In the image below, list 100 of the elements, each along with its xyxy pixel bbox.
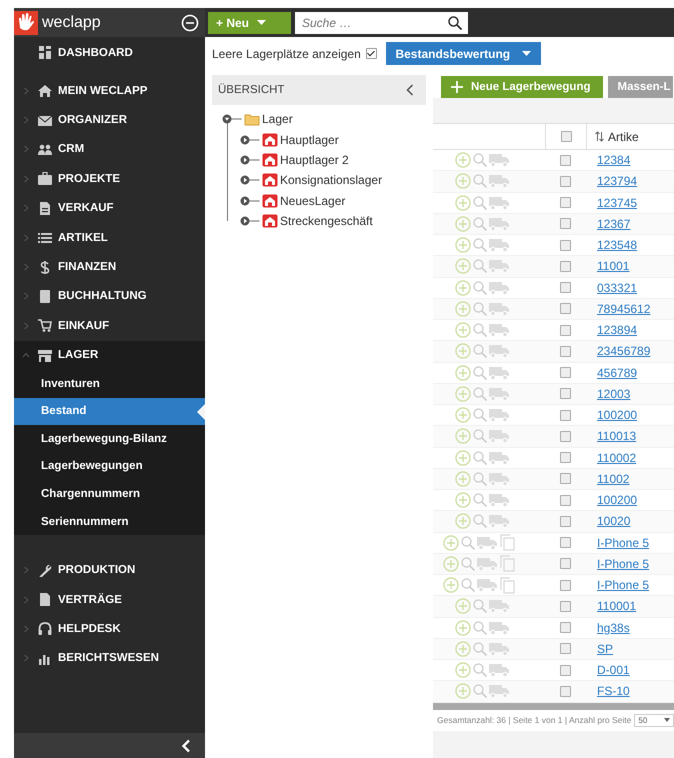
article-link[interactable]: FS-10 [597,684,630,698]
article-link[interactable]: 110001 [597,599,636,614]
checkbox[interactable] [560,197,570,208]
tree-node[interactable]: Konsignationslager [240,170,426,191]
submenu-item[interactable]: Seriennummern [14,508,205,536]
checkbox[interactable] [560,176,570,187]
page-size-select[interactable]: 50 [634,714,674,726]
article-link[interactable]: hg38s [597,620,630,635]
checkbox[interactable] [560,494,570,506]
checkbox[interactable] [366,48,377,59]
checkbox[interactable] [560,303,570,314]
panel-title: ÜBERSICHT [218,84,284,96]
checkbox[interactable] [560,686,570,697]
article-link[interactable]: I-Phone 5 [597,536,650,550]
sidebar-item[interactable]: ORGANIZER [14,105,205,135]
checkbox[interactable] [560,260,570,272]
sidebar-item[interactable]: CRM [14,134,205,164]
checkbox[interactable] [560,131,572,142]
article-link[interactable]: 123794 [597,174,638,188]
submenu-item[interactable]: Inventuren [14,370,205,398]
submenu-item[interactable]: Chargennummern [14,480,205,508]
checkbox[interactable] [560,410,570,421]
search-icon [473,642,487,656]
checkbox[interactable] [560,218,570,230]
checkbox[interactable] [560,282,570,294]
article-link[interactable]: 456789 [597,366,638,380]
article-link[interactable]: 110002 [597,450,636,465]
article-link[interactable]: 100200 [597,493,638,508]
article-link[interactable]: I-Phone 5 [597,556,650,571]
checkbox[interactable] [560,622,570,634]
checkbox[interactable] [560,516,570,527]
column-header: Artike [608,130,639,144]
checkbox[interactable] [560,580,570,591]
article-link[interactable]: D-001 [597,663,630,678]
tree-node[interactable]: Hauptlager 2 [240,150,426,170]
checkbox[interactable] [560,430,570,442]
article-link[interactable]: 10020 [597,514,630,528]
toolbar-button[interactable]: Neue Lagerbewegung [441,76,602,98]
sidebar-item[interactable]: VERKAUF [14,194,205,223]
sidebar-item[interactable]: BERICHTSWESEN [14,644,205,674]
sidebar-item[interactable]: BUCHHALTUNG [14,282,205,312]
search-icon [473,493,487,508]
checkbox[interactable] [560,643,570,654]
article-link[interactable]: 11001 [597,259,630,274]
sidebar-item[interactable]: MEIN WECLAPP [14,76,205,106]
tree-node[interactable]: Hauptlager [240,129,426,150]
article-link[interactable]: 23456789 [597,344,650,358]
tree-node[interactable]: Lager [222,109,426,130]
dropdown-button[interactable]: Bestandsbewertung [386,42,541,65]
sidebar-item[interactable]: PRODUKTION [14,555,205,585]
sidebar-item[interactable]: HELPDESK [14,614,205,644]
add-circle-icon [455,237,471,254]
article-link[interactable]: 12384 [597,153,630,168]
checkbox[interactable] [560,537,570,548]
add-circle-icon [455,173,471,190]
chevron-right-icon [22,263,30,272]
article-link[interactable]: 100200 [597,408,638,422]
article-link[interactable]: 78945612 [597,302,650,316]
article-link[interactable]: 123548 [597,238,638,252]
article-link[interactable]: SP [597,642,614,656]
add-circle-icon [455,258,471,274]
tree-node[interactable]: Streckengeschäft [240,210,426,232]
article-link[interactable]: I-Phone 5 [597,578,650,592]
article-link[interactable]: 12367 [597,216,630,231]
sidebar-item[interactable]: ARTIKEL [14,222,205,252]
checkbox[interactable] [560,452,570,464]
new-button[interactable]: + Neu [208,12,291,34]
sidebar-item[interactable]: VERTRÄGE [14,584,205,614]
chevron-up-icon [22,351,30,360]
warehouse-icon [262,173,278,188]
article-link[interactable]: 11002 [597,472,630,486]
checkbox[interactable] [560,154,570,166]
search-icon [473,216,487,231]
sidebar-item[interactable]: FINANZEN [14,252,205,282]
tree-node[interactable]: NeuesLager [240,190,426,211]
article-link[interactable]: 110013 [597,429,636,444]
article-link[interactable]: 033321 [597,280,638,295]
article-link[interactable]: 123745 [597,196,638,210]
sidebar-item[interactable]: EINKAUF [14,311,205,341]
submenu-item[interactable]: Bestand [14,398,205,426]
submenu-item[interactable]: Lagerbewegung-Bilanz [14,425,205,453]
search-field[interactable]: Suche … [295,12,468,34]
checkbox[interactable] [560,240,570,251]
chevron-right-icon [22,145,30,154]
add-circle-icon [455,428,471,444]
checkbox[interactable] [560,324,570,336]
checkbox[interactable] [560,367,570,378]
sidebar-item[interactable]: PROJEKTE [14,164,205,194]
checkbox[interactable] [560,388,570,400]
minus-circle-icon [181,14,199,32]
article-link[interactable]: 12003 [597,386,630,401]
checkbox[interactable] [560,473,570,484]
checkbox[interactable] [560,558,570,570]
checkbox[interactable] [560,664,570,676]
article-link[interactable]: 123894 [597,323,638,338]
truck-icon [489,259,510,274]
checkbox[interactable] [560,346,570,357]
submenu-item[interactable]: Lagerbewegungen [14,452,205,480]
search-icon [461,536,475,550]
checkbox[interactable] [560,600,570,612]
